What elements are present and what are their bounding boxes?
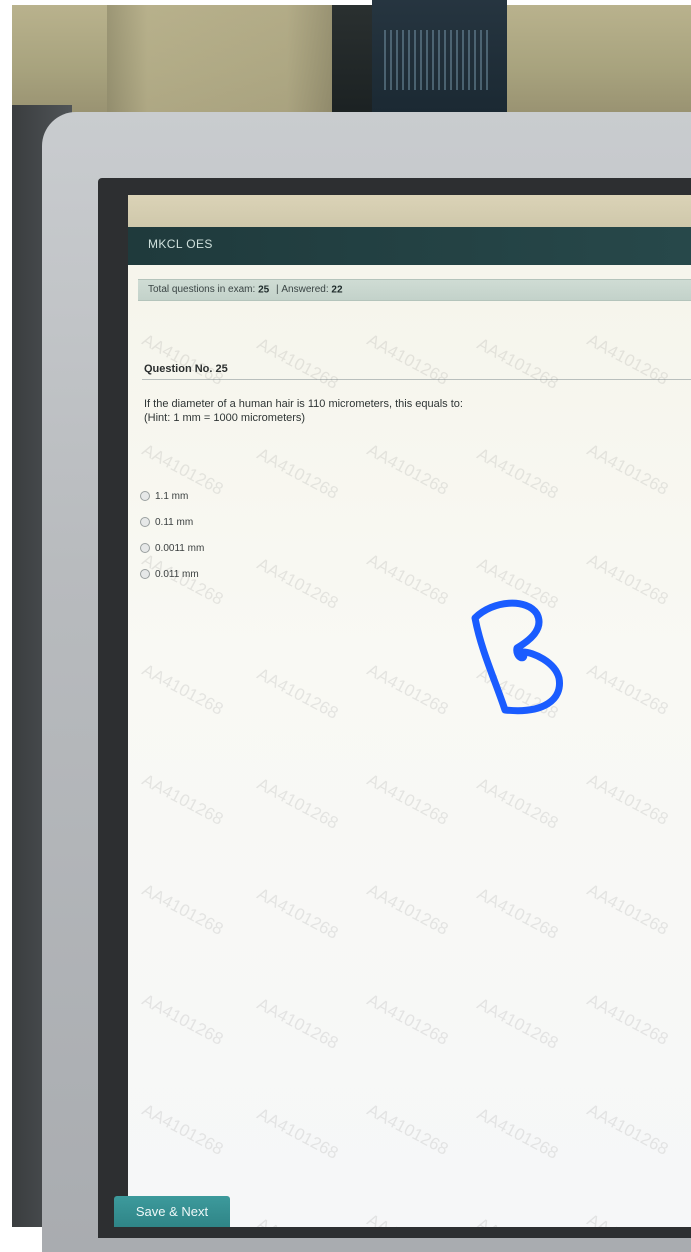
watermark-text: AA4101268 [583,330,672,389]
watermark-text: AA4101268 [254,1214,341,1227]
watermark-text: AA4101268 [253,884,342,943]
watermark-text: AA4101268 [473,774,562,833]
radio-button[interactable] [140,569,150,579]
monitor-screen: MKCL OES Total questions in exam: 25 | A… [128,195,691,1227]
watermark-text: AA4101268 [364,1210,451,1227]
watermark-text: AA4101268 [253,994,342,1053]
answered-count: 22 [331,284,343,296]
watermark-text: AA4101268 [363,880,452,939]
option-2[interactable]: 0.11 mm [140,509,204,535]
watermark-text: AA4101268 [363,440,452,499]
wall-panel [107,5,332,117]
question-body: If the diameter of a human hair is 110 m… [144,397,684,425]
watermark-text: AA4101268 [253,334,342,393]
status-separator: | [275,284,279,295]
option-4[interactable]: 0.011 mm [140,561,204,587]
watermark-text: AA4101268 [363,550,452,609]
option-label: 0.11 mm [155,516,194,528]
watermark-text: AA4101268 [363,1100,452,1159]
browser-bar [128,195,691,227]
question-hint: (Hint: 1 mm = 1000 micrometers) [144,412,306,424]
watermark-text: AA4101268 [473,884,562,943]
radio-button[interactable] [140,491,150,501]
question-heading: Question No. 25 [144,363,228,375]
watermark-text: AA4101268 [253,554,342,613]
radio-button[interactable] [140,543,150,553]
watermark-text: AA4101268 [473,994,562,1053]
watermark-text: AA4101268 [583,1100,672,1159]
total-questions-label: Total questions in exam: [148,284,256,295]
option-label: 1.1 mm [155,490,189,502]
watermark-text: AA4101268 [473,1104,562,1163]
option-label: 0.011 mm [155,568,199,580]
background-wall [12,5,691,120]
question-divider [142,379,691,380]
watermark-text: AA4101268 [363,990,452,1049]
watermark-text: AA4101268 [473,444,562,503]
option-3[interactable]: 0.0011 mm [140,535,204,561]
watermark-text: AA4101268 [363,330,452,389]
watermark-text: AA4101268 [583,990,672,1049]
watermark-text: AA4101268 [253,774,342,833]
watermark-text: AA4101268 [138,770,227,829]
answered-label: Answered: [281,284,329,295]
watermark-text: AA4101268 [138,1100,227,1159]
watermark-text: AA4101268 [584,1210,671,1227]
watermark-text: AA4101268 [253,664,342,723]
watermark-text: AA4101268 [583,550,672,609]
watermark-text: AA4101268 [583,440,672,499]
question-text: If the diameter of a human hair is 110 m… [144,398,463,410]
watermark-text: AA4101268 [363,660,452,719]
watermark-text: AA4101268 [583,880,672,939]
answer-options: 1.1 mm 0.11 mm 0.0011 mm 0.011 mm [140,483,204,587]
watermark-text: AA4101268 [583,660,672,719]
watermark-text: AA4101268 [473,334,562,393]
exam-status-bar: Total questions in exam: 25 | Answered: … [138,279,691,301]
watermark-text: AA4101268 [363,770,452,829]
network-rack-ports [384,30,489,90]
handwritten-letter-b [471,599,563,715]
option-1[interactable]: 1.1 mm [140,483,204,509]
app-title: MKCL OES [148,237,213,251]
radio-button[interactable] [140,517,150,527]
watermark-text: AA4101268 [138,880,227,939]
total-questions-count: 25 [258,284,270,296]
watermark-text: AA4101268 [474,1214,561,1227]
save-and-next-button[interactable]: Save & Next [114,1196,230,1227]
watermark-text: AA4101268 [253,444,342,503]
watermark-text: AA4101268 [138,330,227,389]
watermark-text: AA4101268 [583,770,672,829]
watermark-text: AA4101268 [138,990,227,1049]
option-label: 0.0011 mm [155,542,205,554]
watermark-text: AA4101268 [253,1104,342,1163]
watermark-text: AA4101268 [138,660,227,719]
